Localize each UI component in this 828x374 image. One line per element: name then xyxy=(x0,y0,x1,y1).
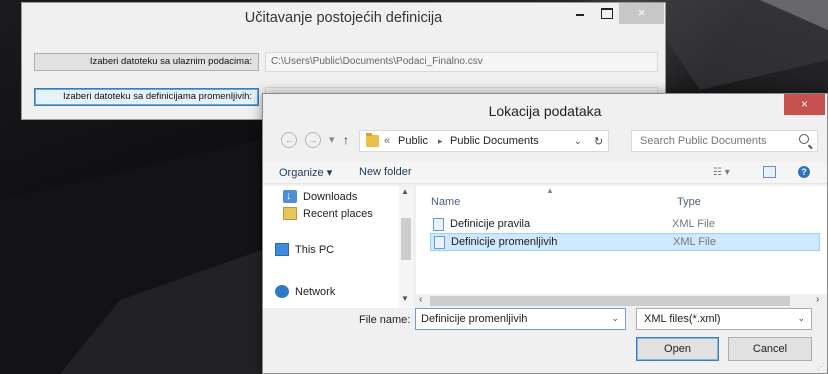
file-type: XML File xyxy=(672,218,715,230)
recent-locations-icon[interactable]: ▾ xyxy=(329,133,335,146)
sort-ascending-icon: ▲ xyxy=(546,186,554,195)
nav-scrollbar[interactable]: ▲ ▼ xyxy=(399,186,413,308)
nav-item-recent-places[interactable]: Recent places xyxy=(283,206,373,222)
nav-item-label: Downloads xyxy=(303,191,358,203)
search-icon[interactable] xyxy=(799,134,809,144)
file-type: XML File xyxy=(673,236,716,248)
chevron-down-icon[interactable]: ⌄ xyxy=(797,313,805,324)
forward-icon[interactable]: → xyxy=(305,132,321,148)
file-name-combobox[interactable]: ⌄ xyxy=(415,308,626,330)
file-name: Definicije pravila xyxy=(450,218,531,230)
select-definitions-file-button[interactable]: Izaberi datoteku sa definicijama promenl… xyxy=(34,88,259,106)
scroll-right-icon[interactable]: › xyxy=(816,294,819,305)
navigation-row: ← → ▾ ↑ « Public ▸ Public Documents ⌄ ↻ xyxy=(263,130,827,158)
nav-item-this-pc[interactable]: This PC xyxy=(275,242,334,258)
file-open-dialog: Lokacija podataka × ← → ▾ ↑ « Public ▸ P… xyxy=(262,93,828,374)
data-path-field[interactable]: C:\Users\Public\Documents\Podaci_Finalno… xyxy=(265,52,658,72)
dialog-close-button[interactable]: × xyxy=(784,94,825,115)
column-header-name[interactable]: Name xyxy=(431,196,460,208)
file-row-definicije-promenljivih[interactable]: Definicije promenljivih XML File xyxy=(430,233,820,251)
main-titlebar[interactable]: Učitavanje postojećih definicija × xyxy=(22,3,665,33)
breadcrumb-overflow[interactable]: « xyxy=(384,135,390,147)
scroll-left-icon[interactable]: ‹ xyxy=(419,294,422,305)
preview-pane-icon[interactable] xyxy=(763,166,776,178)
scroll-down-icon[interactable]: ▼ xyxy=(401,294,409,303)
refresh-icon[interactable]: ↻ xyxy=(594,135,603,148)
nav-scroll-thumb[interactable] xyxy=(401,218,411,260)
main-close-button[interactable]: × xyxy=(619,3,664,24)
search-box[interactable] xyxy=(631,130,818,152)
file-row-definicije-pravila[interactable]: Definicije pravila XML File xyxy=(430,216,820,234)
new-folder-button[interactable]: New folder xyxy=(359,166,412,178)
minimize-button[interactable] xyxy=(567,3,593,24)
breadcrumb-public-documents[interactable]: Public Documents xyxy=(450,135,539,147)
file-name-input[interactable] xyxy=(416,309,601,329)
breadcrumb-public[interactable]: Public xyxy=(398,135,428,147)
folder-icon xyxy=(366,133,379,147)
xml-file-icon xyxy=(434,236,445,249)
select-data-file-button[interactable]: Izaberi datoteku sa ulaznim podacima: xyxy=(34,53,259,71)
dialog-toolbar: Organize ▾ New folder ☷ ▾ ? xyxy=(263,162,827,184)
back-icon[interactable]: ← xyxy=(281,132,297,148)
file-type-filter-value: XML files(*.xml) xyxy=(644,313,721,325)
horizontal-scroll-thumb[interactable] xyxy=(430,296,790,306)
navigation-pane: Downloads Recent places This PC Network … xyxy=(263,186,413,308)
cancel-button[interactable]: Cancel xyxy=(728,337,812,361)
nav-item-label: Recent places xyxy=(303,208,373,220)
nav-item-label: Network xyxy=(295,286,336,298)
horizontal-scrollbar[interactable]: ‹ › xyxy=(416,294,827,308)
recent-places-icon xyxy=(283,207,297,220)
organize-menu[interactable]: Organize ▾ xyxy=(279,166,332,179)
change-view-icon[interactable]: ☷ ▾ xyxy=(713,167,730,178)
file-name-label: File name: xyxy=(359,314,411,326)
help-icon[interactable]: ? xyxy=(798,166,810,178)
resize-grip-icon[interactable]: ⋰ xyxy=(817,362,825,371)
search-input[interactable] xyxy=(632,131,782,151)
file-type-filter[interactable]: XML files(*.xml) ⌄ xyxy=(636,308,812,330)
dialog-title: Lokacija podataka xyxy=(488,103,602,119)
nav-item-network[interactable]: Network xyxy=(275,284,335,300)
xml-file-icon xyxy=(433,218,444,231)
breadcrumb-separator-icon: ▸ xyxy=(438,136,443,146)
nav-item-downloads[interactable]: Downloads xyxy=(283,188,358,205)
column-header-type[interactable]: Type xyxy=(677,196,701,208)
file-list: Name ▲ Type Definicije pravila XML File … xyxy=(416,186,827,294)
address-dropdown-icon[interactable]: ⌄ xyxy=(574,136,582,147)
up-arrow-icon[interactable]: ↑ xyxy=(343,133,349,147)
scroll-up-icon[interactable]: ▲ xyxy=(401,187,409,196)
downloads-icon xyxy=(283,188,297,204)
network-icon xyxy=(275,285,289,298)
address-bar[interactable]: « Public ▸ Public Documents ⌄ ↻ xyxy=(359,130,609,152)
open-button[interactable]: Open xyxy=(636,337,719,361)
file-name: Definicije promenljivih xyxy=(451,236,558,248)
chevron-down-icon[interactable]: ⌄ xyxy=(611,313,619,324)
nav-item-label: This PC xyxy=(295,244,335,256)
maximize-button[interactable] xyxy=(593,3,619,24)
this-pc-icon xyxy=(275,243,289,256)
